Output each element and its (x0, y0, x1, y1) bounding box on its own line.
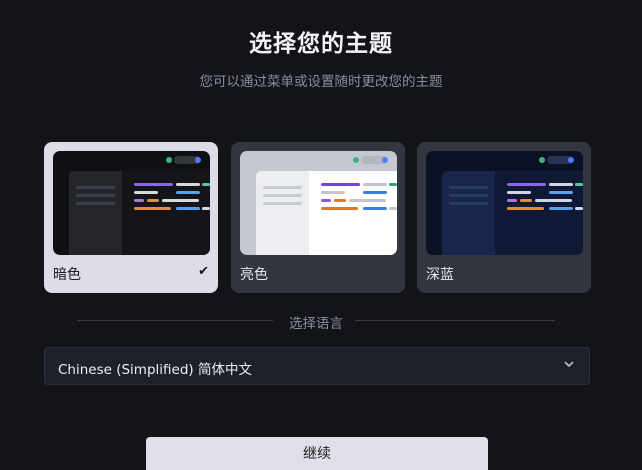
page-subtitle: 您可以通过菜单或设置随时更改您的主题 (199, 74, 443, 90)
continue-button[interactable]: 继续 (146, 437, 488, 470)
preview-sidebar (442, 171, 495, 255)
language-section-label: 选择语言 (280, 316, 352, 332)
preview-main (309, 171, 397, 255)
theme-label-light: 亮色 (240, 267, 268, 283)
preview-dot-blue (382, 157, 388, 163)
preview-topbar (240, 151, 397, 171)
preview-sidebar (256, 171, 309, 255)
preview-dot-blue (195, 157, 201, 163)
theme-preview-dark (53, 151, 210, 255)
preview-dot-green (539, 157, 545, 163)
theme-card-light[interactable]: 亮色 (231, 142, 405, 293)
preview-dot-green (166, 157, 172, 163)
theme-preview-deep-blue (426, 151, 583, 255)
theme-selection-page: 选择您的主题 您可以通过菜单或设置随时更改您的主题 暗色 ✔ 亮色 深蓝 选择语… (0, 0, 642, 470)
theme-options: 暗色 ✔ 亮色 深蓝 (44, 142, 591, 293)
theme-label-dark: 暗色 (53, 267, 81, 283)
preview-dot-blue (568, 157, 574, 163)
check-icon: ✔ (198, 264, 209, 279)
language-section-divider: 选择语言 (77, 311, 555, 332)
preview-main (495, 171, 583, 255)
preview-topbar (53, 151, 210, 171)
theme-card-dark[interactable]: 暗色 ✔ (44, 142, 218, 293)
language-select-value: Chinese (Simplified) 简体中文 (58, 362, 252, 378)
preview-dot-green (353, 157, 359, 163)
preview-main (122, 171, 210, 255)
page-title: 选择您的主题 (249, 31, 393, 57)
theme-label-deep-blue: 深蓝 (426, 267, 454, 283)
theme-card-deep-blue[interactable]: 深蓝 (417, 142, 591, 293)
preview-topbar (426, 151, 583, 171)
preview-sidebar (69, 171, 122, 255)
theme-preview-light (240, 151, 397, 255)
chevron-down-icon (564, 361, 574, 367)
language-select[interactable]: Chinese (Simplified) 简体中文 (44, 347, 590, 385)
